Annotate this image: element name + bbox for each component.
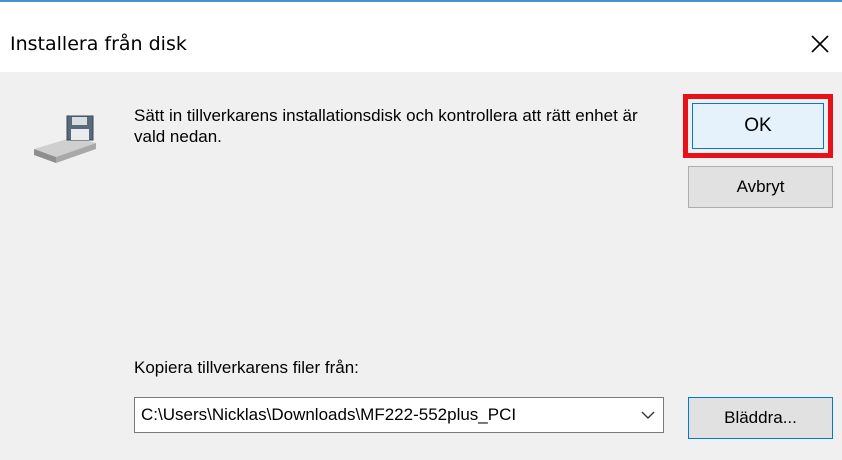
- close-icon: [811, 35, 829, 53]
- browse-button[interactable]: Bläddra...: [688, 397, 833, 439]
- instruction-text: Sätt in tillverkarens installationsdisk …: [134, 106, 638, 146]
- cancel-button[interactable]: Avbryt: [688, 166, 833, 208]
- title-bar: Installera från disk: [0, 2, 842, 72]
- dialog-title: Installera från disk: [10, 33, 187, 55]
- install-from-disk-dialog: Installera från disk Sätt in tillverkare…: [0, 0, 842, 460]
- ok-button[interactable]: OK: [692, 103, 824, 149]
- source-path-value[interactable]: C:\Users\Nicklas\Downloads\MF222-552plus…: [135, 405, 633, 425]
- install-disk-icon: [34, 115, 96, 163]
- source-path-combobox[interactable]: C:\Users\Nicklas\Downloads\MF222-552plus…: [134, 397, 664, 433]
- copy-from-label: Kopiera tillverkarens filer från:: [134, 358, 359, 377]
- chevron-down-icon: [641, 411, 655, 419]
- path-dropdown-button[interactable]: [633, 398, 663, 432]
- close-button[interactable]: [798, 22, 842, 66]
